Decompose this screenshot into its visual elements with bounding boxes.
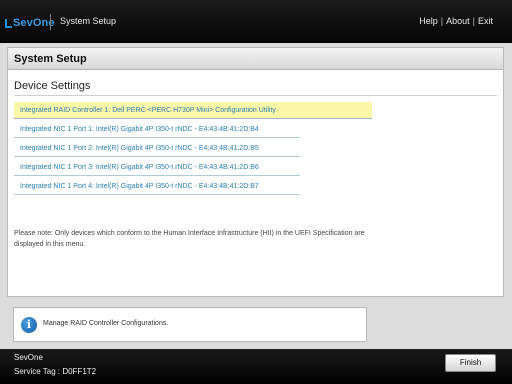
logo-divider: [50, 14, 51, 30]
top-links: Help | About | Exit: [419, 16, 493, 26]
top-header-bar: SevOne System Setup Help | About | Exit: [0, 0, 512, 43]
bottom-bar: SevOne Service Tag : D0FF1T2: [0, 349, 512, 384]
hii-note: Please note: Only devices which conform …: [14, 230, 365, 248]
logo-text: SevOne: [13, 17, 55, 29]
sevone-logo: SevOne: [5, 16, 55, 30]
device-link-nic-port-4[interactable]: Integrated NIC 1 Port 4: Intel(R) Gigabi…: [14, 178, 300, 195]
link-separator: |: [472, 16, 475, 26]
exit-link[interactable]: Exit: [478, 16, 493, 26]
system-name: SevOne: [14, 353, 43, 362]
section-title: Device Settings: [14, 80, 91, 92]
main-panel: System Setup Device Settings Integrated …: [7, 47, 504, 297]
help-text: Manage RAID Controller Configurations.: [43, 320, 169, 327]
logo-mark-icon: [5, 18, 12, 28]
page-header: System Setup: [8, 48, 503, 70]
about-link[interactable]: About: [446, 16, 470, 26]
section-divider: [14, 95, 497, 96]
device-link-nic-port-3[interactable]: Integrated NIC 1 Port 3: Intel(R) Gigabi…: [14, 159, 300, 176]
finish-button[interactable]: Finish: [445, 354, 496, 372]
info-icon: i: [21, 317, 37, 333]
service-tag: Service Tag : D0FF1T2: [14, 367, 97, 376]
device-link-nic-port-1[interactable]: Integrated NIC 1 Port 1: Intel(R) Gigabi…: [14, 121, 300, 138]
help-box: i Manage RAID Controller Configurations.: [13, 307, 367, 342]
app-title: System Setup: [60, 16, 117, 26]
page-title: System Setup: [14, 53, 87, 65]
device-link-nic-port-2[interactable]: Integrated NIC 1 Port 2: Intel(R) Gigabi…: [14, 140, 300, 157]
device-link-raid-controller[interactable]: Integrated RAID Controller 1: Dell PERC …: [14, 102, 372, 119]
help-link[interactable]: Help: [419, 16, 438, 26]
link-separator: |: [440, 16, 444, 26]
